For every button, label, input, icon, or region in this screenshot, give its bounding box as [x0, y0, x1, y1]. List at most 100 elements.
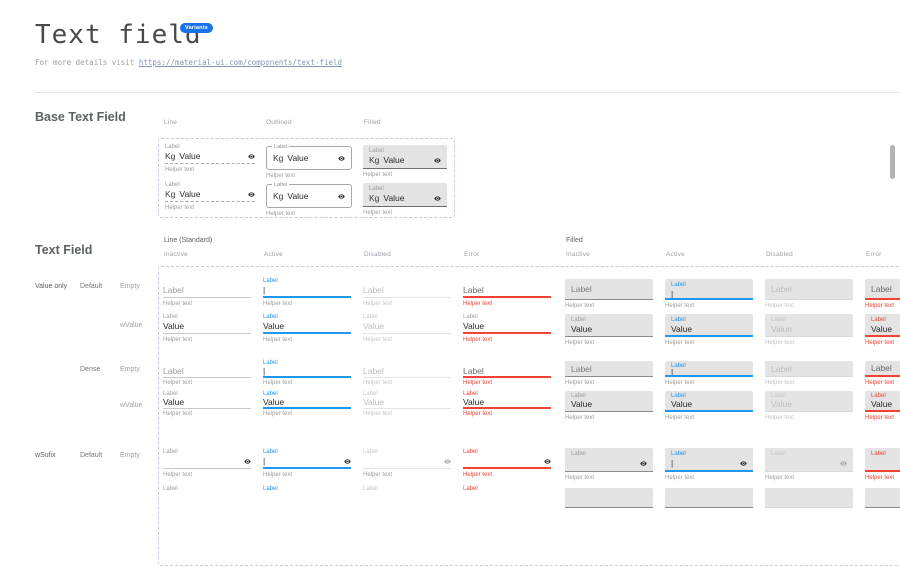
field-value: Value	[163, 321, 184, 331]
filled-next-inactive[interactable]	[565, 488, 653, 508]
filled-box: Label |	[665, 448, 753, 472]
visibility-icon[interactable]	[434, 195, 441, 202]
base-outlined-field[interactable]: Label KgValue Helper text	[266, 181, 352, 218]
line-next-inactive[interactable]: Label	[163, 485, 251, 493]
visibility-icon[interactable]	[248, 191, 255, 198]
helper-text: Helper text	[463, 472, 551, 479]
text-cursor: |	[671, 289, 673, 299]
row-fill-empty: Empty	[120, 283, 140, 290]
line-dense-active-empty[interactable]: Label | Helper text	[263, 359, 351, 387]
base-row-1: Label KgValue Helper text Label KgValue …	[165, 143, 447, 180]
line-suffix-error[interactable]: Label Helper text	[463, 448, 551, 479]
line-error-value[interactable]: Label Value Helper text	[463, 313, 551, 344]
helper-text: Helper text	[263, 411, 351, 418]
filled-disabled-empty: Label Helper text	[765, 279, 853, 310]
filled-next-error[interactable]	[865, 488, 900, 508]
filled-dense-disabled-empty: Label Helper text	[765, 361, 853, 387]
visibility-icon[interactable]	[248, 153, 255, 160]
helper-text: Helper text	[665, 415, 753, 422]
line-dense-inactive-value[interactable]: Label Value Helper text	[163, 390, 251, 418]
filled-inactive-empty[interactable]: Label Helper text	[565, 279, 653, 310]
visibility-icon[interactable]	[544, 458, 551, 465]
filled-suffix-inactive[interactable]: Label Helper text	[565, 448, 653, 482]
field-value-row: Value	[363, 321, 451, 331]
visibility-icon[interactable]	[740, 460, 747, 467]
field-label: Label	[463, 285, 484, 295]
field-underline	[165, 201, 255, 202]
filled-dense-error-empty[interactable]: Label Helper text	[865, 361, 900, 387]
vertical-scrollbar-thumb[interactable]	[890, 145, 895, 179]
base-filled-field[interactable]: Label KgValue Helper text	[363, 181, 447, 218]
filled-box: Label	[565, 448, 653, 472]
visibility-icon[interactable]	[338, 193, 345, 200]
filled-box: Label	[765, 448, 853, 472]
filled-suffix-active[interactable]: Label | Helper text	[665, 448, 753, 482]
row1-filled-group: Label Helper text Label | Helper text La…	[565, 279, 900, 310]
field-value-row: Value	[871, 324, 900, 334]
line-suffix-active[interactable]: Label | Helper text	[263, 448, 351, 479]
field-underline	[363, 408, 451, 409]
filled-active-value[interactable]: Label Value Helper text	[665, 314, 753, 347]
filled-active-empty[interactable]: Label | Helper text	[665, 279, 753, 310]
line-active-value[interactable]: Label Value Helper text	[263, 313, 351, 344]
visibility-icon[interactable]	[344, 458, 351, 465]
filled-dense-active-empty[interactable]: Label | Helper text	[665, 361, 753, 387]
base-outlined-field[interactable]: Label KgValue Helper text	[266, 143, 352, 180]
field-underline	[463, 332, 551, 334]
filled-dense-inactive-empty[interactable]: Label Helper text	[565, 361, 653, 387]
prefix: Kg	[165, 151, 175, 161]
field-value-row: Value	[363, 397, 451, 406]
filled-dense-error-value[interactable]: Label Value Helper text	[865, 391, 900, 422]
group-filled: Filled	[566, 237, 583, 244]
field-label: Label	[363, 313, 451, 321]
filled-error-empty[interactable]: Label Helper text	[865, 279, 900, 310]
filled-next-active[interactable]	[665, 488, 753, 508]
prefix: Kg	[273, 153, 283, 163]
docs-link[interactable]: https://material-ui.com/components/text-…	[139, 58, 342, 67]
helper-text: Helper text	[363, 301, 451, 308]
helper-text: Helper text	[665, 340, 753, 347]
field-label: Label	[671, 316, 747, 324]
visibility-icon[interactable]	[244, 458, 251, 465]
line-inactive-value[interactable]: Label Value Helper text	[163, 313, 251, 344]
line-error-empty[interactable]: Label Helper text	[463, 277, 551, 308]
visibility-icon[interactable]	[338, 155, 345, 162]
field-label: Label	[165, 181, 255, 189]
field-label: Label	[571, 364, 592, 374]
line-suffix-inactive[interactable]: Label Helper text	[163, 448, 251, 479]
helper-text: Helper text	[865, 303, 900, 310]
line-next-error[interactable]: Label	[463, 485, 551, 493]
header-divider	[35, 92, 900, 93]
helper-text: Helper text	[363, 380, 451, 387]
line-next-active[interactable]: Label	[263, 485, 351, 493]
line-inactive-empty[interactable]: Label Helper text	[163, 277, 251, 308]
line-dense-error-empty[interactable]: Label Helper text	[463, 359, 551, 387]
line-dense-error-value[interactable]: Label Value Helper text	[463, 390, 551, 418]
helper-text: Helper text	[463, 411, 551, 418]
base-filled-field[interactable]: Label KgValue Helper text	[363, 143, 447, 180]
visibility-icon[interactable]	[434, 157, 441, 164]
filled-dense-inactive-value[interactable]: Label Value Helper text	[565, 391, 653, 422]
filled-suffix-error[interactable]: Label Helper text	[865, 448, 900, 482]
filled-dense-active-value[interactable]: Label Value Helper text	[665, 391, 753, 422]
filled-box: Label	[865, 448, 900, 472]
filled-error-value[interactable]: Label Value Helper text	[865, 314, 900, 347]
field-value: Value	[463, 321, 484, 331]
field-underline	[263, 467, 351, 469]
field-value-row: Value	[163, 321, 251, 331]
helper-text: Helper text	[565, 340, 653, 347]
filled-inactive-value[interactable]: Label Value Helper text	[565, 314, 653, 347]
visibility-icon[interactable]	[640, 460, 647, 467]
line-dense-inactive-empty[interactable]: Label Helper text	[163, 359, 251, 387]
field-value-row: Label	[163, 285, 251, 295]
row4-line-group: Label Value Helper text Label Value Help…	[163, 390, 551, 418]
field-label: Label	[771, 284, 792, 294]
base-line-field[interactable]: Label KgValue Helper text	[165, 181, 255, 218]
line-dense-active-value[interactable]: Label Value Helper text	[263, 390, 351, 418]
field-value-row: KgValue	[273, 191, 345, 201]
base-line-field[interactable]: Label KgValue Helper text	[165, 143, 255, 180]
field-underline	[163, 377, 251, 378]
field-value-row: |	[671, 289, 747, 299]
field-underline	[263, 296, 351, 298]
line-active-empty[interactable]: Label | Helper text	[263, 277, 351, 308]
